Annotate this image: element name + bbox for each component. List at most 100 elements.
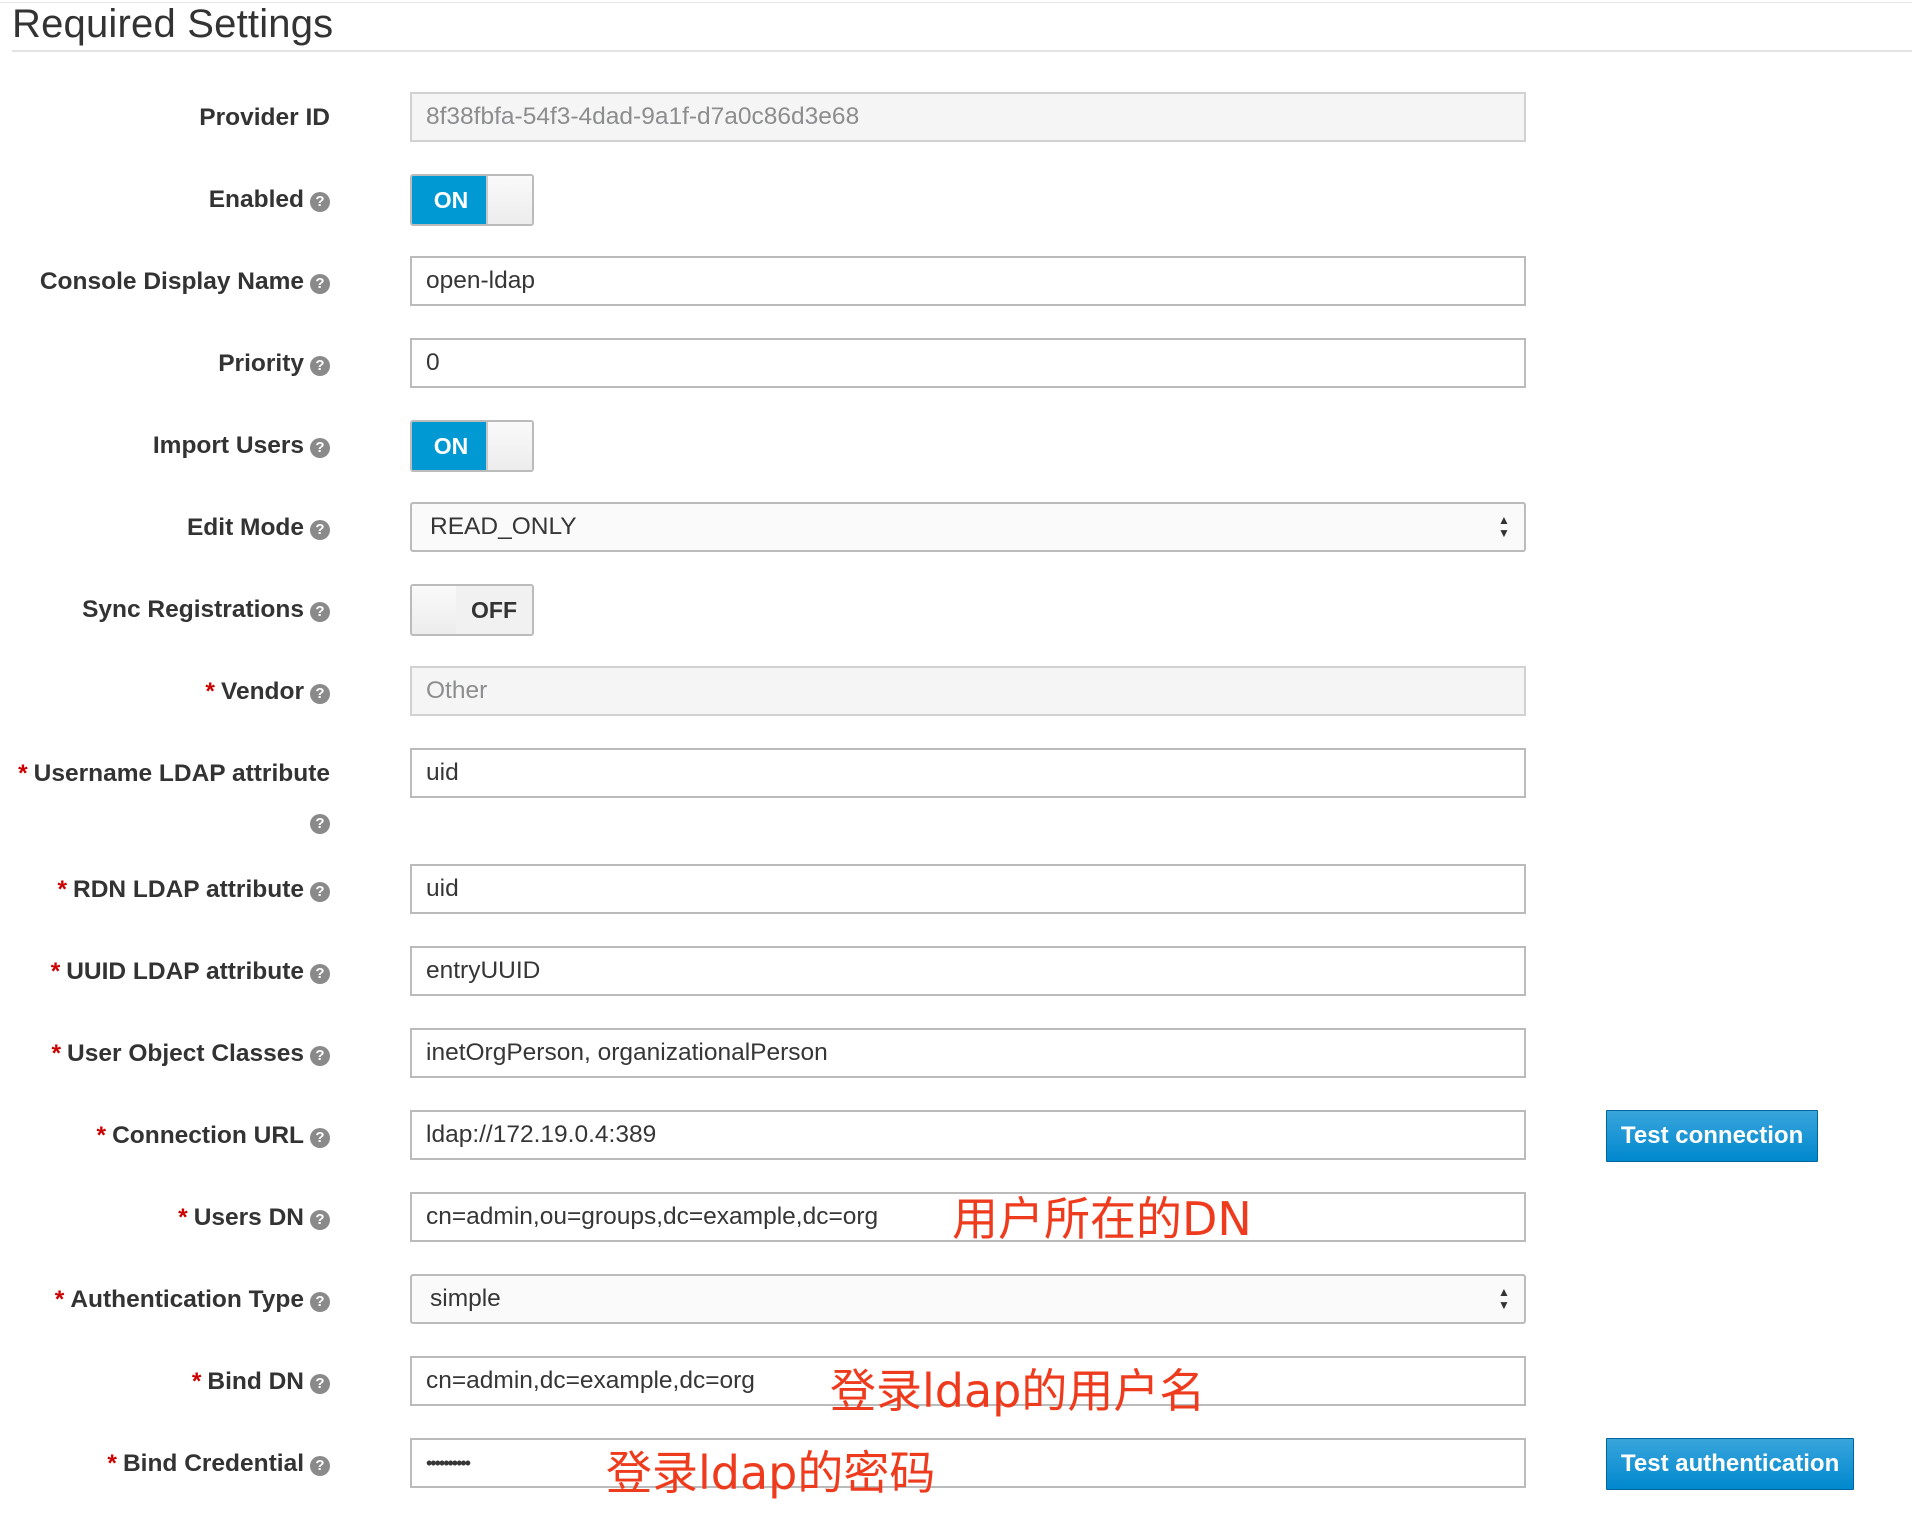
test-connection-button[interactable]: Test connection [1606, 1110, 1819, 1162]
required-marker: * [18, 760, 28, 787]
help-icon[interactable]: ? [310, 1374, 330, 1394]
bind-credential-annotation: 登录ldap的密码 [606, 1446, 936, 1500]
rdn-ldap-attribute-label: * RDN LDAP attribute? [57, 864, 330, 916]
bind-dn-label: * Bind DN? [192, 1356, 330, 1408]
help-icon[interactable]: ? [310, 1292, 330, 1312]
toggle-state: ON [412, 422, 490, 470]
required-marker: * [205, 678, 215, 705]
test-authentication-button[interactable]: Test authentication [1606, 1438, 1855, 1490]
uuid-ldap-attribute-label: * UUID LDAP attribute? [51, 946, 330, 998]
required-marker: * [107, 1450, 117, 1477]
user-object-classes-label: * User Object Classes? [51, 1028, 330, 1080]
console-display-name-input[interactable]: open-ldap [410, 256, 1526, 306]
help-icon[interactable]: ? [310, 1128, 330, 1148]
row-enabled: Enabled? ON [0, 174, 1912, 226]
uuid-ldap-attribute-input[interactable]: entryUUID [410, 946, 1526, 996]
help-icon[interactable]: ? [310, 1210, 330, 1230]
toggle-knob [486, 422, 532, 470]
import-users-toggle[interactable]: ON [410, 420, 534, 472]
vendor-label: * Vendor? [205, 666, 330, 718]
help-icon[interactable]: ? [310, 814, 330, 834]
rdn-ldap-attribute-input[interactable]: uid [410, 864, 1526, 914]
username-ldap-attribute-input[interactable]: uid [410, 748, 1526, 798]
console-display-name-label: Console Display Name? [40, 256, 330, 308]
help-icon[interactable]: ? [310, 520, 330, 540]
bind-credential-input[interactable]: •••••••••• [410, 1438, 1526, 1488]
vendor-label-text: Vendor [220, 678, 304, 705]
help-icon[interactable]: ? [310, 274, 330, 294]
edit-mode-select[interactable]: READ_ONLY ▲ ▼ [410, 502, 1526, 552]
provider-id-label-text: Provider ID [199, 104, 330, 131]
row-sync-registrations: Sync Registrations? OFF [0, 584, 1912, 636]
row-import-users: Import Users? ON [0, 420, 1912, 472]
help-icon[interactable]: ? [310, 192, 330, 212]
authentication-type-value: simple [430, 1285, 501, 1312]
required-marker: * [54, 1286, 65, 1313]
console-display-name-label-text: Console Display Name [39, 268, 304, 295]
help-icon[interactable]: ? [310, 882, 330, 902]
row-provider-id: Provider ID 8f38fbfa-54f3-4dad-9a1f-d7a0… [0, 92, 1912, 144]
row-bind-credential: * Bind Credential? •••••••••• Test authen… [0, 1438, 1912, 1490]
authentication-type-label-text: Authentication Type [70, 1286, 304, 1313]
user-object-classes-input[interactable]: inetOrgPerson, organizationalPerson [410, 1028, 1526, 1078]
required-marker: * [51, 1040, 62, 1067]
connection-url-label-text: Connection URL [112, 1122, 304, 1149]
uuid-ldap-attribute-label-text: UUID LDAP attribute [66, 958, 304, 985]
section-title: Required Settings [12, 2, 334, 46]
select-arrows-icon: ▲ ▼ [1498, 1285, 1510, 1312]
import-users-label: Import Users? [153, 420, 330, 472]
edit-mode-label-text: Edit Mode [186, 514, 304, 541]
bind-credential-label-text: Bind Credential [122, 1450, 304, 1477]
row-edit-mode: Edit Mode? READ_ONLY ▲ ▼ [0, 502, 1912, 554]
help-icon[interactable]: ? [310, 964, 330, 984]
help-icon[interactable]: ? [310, 438, 330, 458]
enabled-toggle[interactable]: ON [410, 174, 534, 226]
row-connection-url: * Connection URL? ldap://172.19.0.4:389 T… [0, 1110, 1912, 1162]
priority-label-text: Priority [218, 350, 304, 377]
vendor-field: Other [410, 666, 1526, 716]
enabled-label-text: Enabled [208, 186, 304, 213]
priority-input[interactable]: 0 [410, 338, 1526, 388]
username-ldap-attribute-label-text: Username LDAP attribute [33, 760, 330, 787]
toggle-knob [412, 586, 458, 634]
row-priority: Priority? 0 [0, 338, 1912, 390]
bind-credential-label: * Bind Credential? [107, 1438, 330, 1490]
authentication-type-select[interactable]: simple ▲ ▼ [410, 1274, 1526, 1324]
import-users-label-text: Import Users [152, 432, 304, 459]
users-dn-label-text: Users DN [193, 1204, 304, 1231]
connection-url-label: * Connection URL? [97, 1110, 330, 1162]
toggle-state: ON [412, 176, 490, 224]
row-authentication-type: * Authentication Type? simple ▲ ▼ [0, 1274, 1912, 1326]
provider-id-label: Provider ID [199, 92, 330, 144]
sync-registrations-toggle[interactable]: OFF [410, 584, 534, 636]
toggle-state: OFF [456, 586, 532, 634]
section-divider [12, 50, 1912, 52]
help-icon[interactable]: ? [310, 1456, 330, 1476]
sync-registrations-label: Sync Registrations? [82, 584, 330, 636]
row-uuid-ldap-attribute: * UUID LDAP attribute? entryUUID [0, 946, 1912, 998]
row-vendor: * Vendor? Other [0, 666, 1912, 718]
users-dn-annotation: 用户所在的DN [952, 1192, 1252, 1246]
sync-registrations-label-text: Sync Registrations [82, 596, 304, 623]
bind-dn-annotation: 登录ldap的用户名 [830, 1364, 1206, 1418]
bind-dn-label-text: Bind DN [207, 1368, 304, 1395]
required-marker: * [191, 1368, 202, 1395]
enabled-label: Enabled? [209, 174, 330, 226]
connection-url-input[interactable]: ldap://172.19.0.4:389 [410, 1110, 1526, 1160]
help-icon[interactable]: ? [310, 684, 330, 704]
help-icon[interactable]: ? [310, 356, 330, 376]
required-marker: * [57, 876, 68, 903]
username-ldap-attribute-label: * Username LDAP attribute [18, 748, 330, 800]
help-icon[interactable]: ? [310, 1046, 330, 1066]
select-arrows-icon: ▲ ▼ [1498, 513, 1510, 540]
rdn-ldap-attribute-label-text: RDN LDAP attribute [73, 876, 304, 903]
provider-id-field: 8f38fbfa-54f3-4dad-9a1f-d7a0c86d3e68 [410, 92, 1526, 142]
users-dn-label: * Users DN? [178, 1192, 330, 1244]
help-icon[interactable]: ? [310, 602, 330, 622]
row-rdn-ldap-attribute: * RDN LDAP attribute? uid [0, 864, 1912, 916]
row-console-display-name: Console Display Name? open-ldap [0, 256, 1912, 308]
edit-mode-label: Edit Mode? [187, 502, 330, 554]
required-marker: * [96, 1122, 107, 1149]
row-user-object-classes: * User Object Classes? inetOrgPerson, org… [0, 1028, 1912, 1080]
row-username-ldap-attribute: * Username LDAP attribute ? uid [0, 748, 1912, 848]
